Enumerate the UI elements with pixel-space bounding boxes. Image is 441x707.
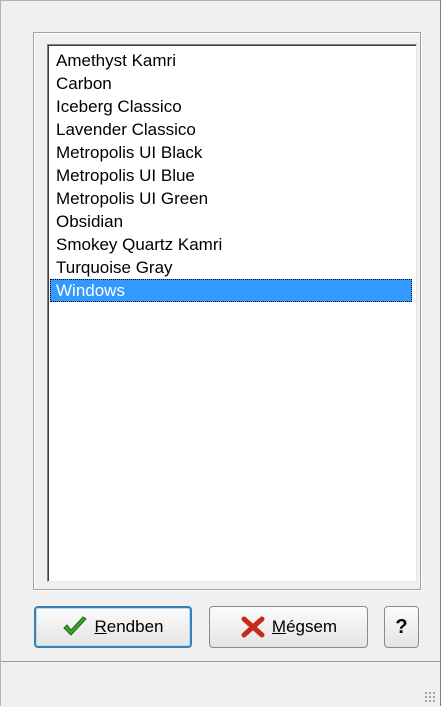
list-item[interactable]: Obsidian	[50, 210, 412, 233]
cancel-button-label: Mégsem	[271, 617, 338, 636]
resize-grip-icon[interactable]	[424, 691, 436, 703]
list-item[interactable]: Iceberg Classico	[50, 95, 412, 118]
list-item[interactable]: Turquoise Gray	[50, 256, 412, 279]
list-item[interactable]: Metropolis UI Green	[50, 187, 412, 210]
list-item[interactable]: Smokey Quartz Kamri	[50, 233, 412, 256]
cancel-button[interactable]: Mégsem	[209, 606, 368, 648]
help-button-label: ?	[395, 615, 408, 638]
ok-button-label: Rendben	[94, 617, 164, 636]
list-item-selected[interactable]: Windows	[50, 279, 412, 302]
list-item[interactable]: Metropolis UI Black	[50, 141, 412, 164]
list-item[interactable]: Amethyst Kamri	[50, 49, 412, 72]
skin-listbox[interactable]: Amethyst Kamri Carbon Iceberg Classico L…	[47, 44, 417, 582]
ok-button[interactable]: Rendben	[34, 606, 192, 648]
list-item[interactable]: Carbon	[50, 72, 412, 95]
red-x-icon	[241, 616, 265, 638]
list-item[interactable]: Lavender Classico	[50, 118, 412, 141]
status-bar	[1, 661, 440, 707]
skin-list: Amethyst Kamri Carbon Iceberg Classico L…	[48, 45, 416, 302]
checkmark-icon	[63, 616, 88, 636]
help-button[interactable]: ?	[384, 606, 419, 648]
skin-dialog: Amethyst Kamri Carbon Iceberg Classico L…	[0, 0, 441, 707]
list-item[interactable]: Metropolis UI Blue	[50, 164, 412, 187]
